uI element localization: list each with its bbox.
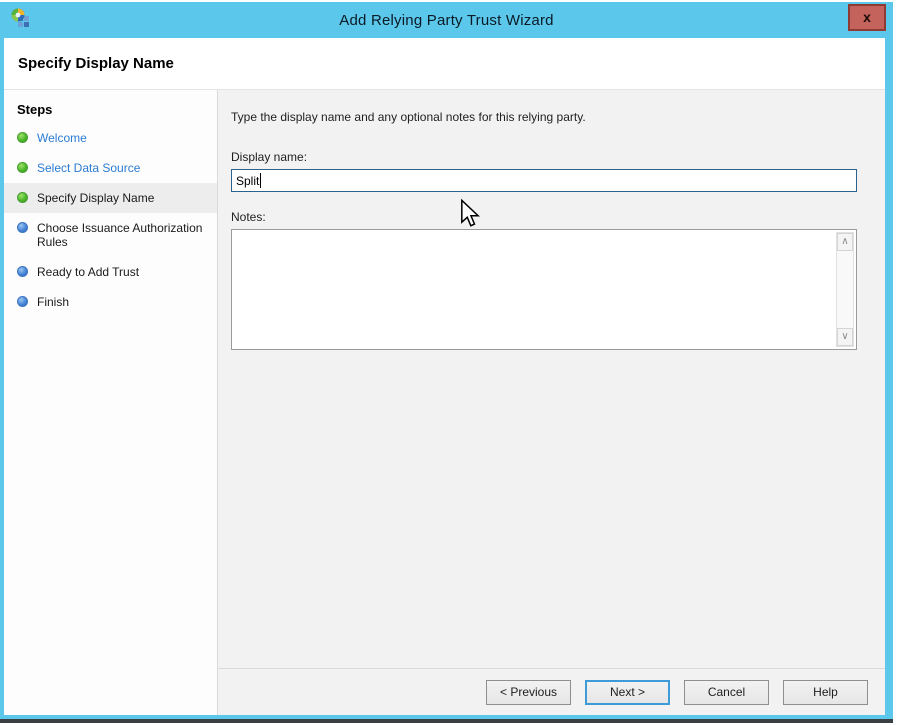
close-button[interactable]: x bbox=[848, 4, 886, 31]
instruction-text: Type the display name and any optional n… bbox=[231, 110, 857, 124]
step-status-icon bbox=[17, 266, 28, 277]
steps-sidebar: Steps Welcome Select Data Source Specify… bbox=[4, 90, 218, 715]
notes-textarea[interactable]: ∧ ∨ bbox=[231, 229, 857, 350]
next-button[interactable]: Next > bbox=[585, 680, 670, 705]
sidebar-item-label: Welcome bbox=[37, 131, 87, 145]
sidebar-item-specify-display-name[interactable]: Specify Display Name bbox=[4, 183, 217, 213]
adfs-app-icon bbox=[9, 7, 33, 31]
display-name-input[interactable] bbox=[231, 169, 857, 192]
sidebar-item-finish[interactable]: Finish bbox=[4, 287, 217, 317]
sidebar-item-select-data-source[interactable]: Select Data Source bbox=[4, 153, 217, 183]
step-status-icon bbox=[17, 222, 28, 233]
scroll-down-icon[interactable]: ∨ bbox=[837, 328, 853, 346]
step-status-icon bbox=[17, 132, 28, 143]
content-pane: Type the display name and any optional n… bbox=[218, 90, 885, 715]
cancel-button[interactable]: Cancel bbox=[684, 680, 769, 705]
wizard-window: Add Relying Party Trust Wizard x Specify… bbox=[0, 2, 893, 723]
sidebar-item-label: Choose Issuance Authorization Rules bbox=[37, 221, 211, 249]
sidebar-item-choose-issuance-authorization-rules[interactable]: Choose Issuance Authorization Rules bbox=[4, 213, 217, 257]
previous-button[interactable]: < Previous bbox=[486, 680, 571, 705]
page-title: Specify Display Name bbox=[18, 55, 174, 72]
page-header: Specify Display Name bbox=[4, 38, 885, 90]
sidebar-item-label: Specify Display Name bbox=[37, 191, 154, 205]
window-bottom-edge bbox=[0, 719, 893, 723]
window-title: Add Relying Party Trust Wizard bbox=[0, 12, 893, 29]
sidebar-item-label: Ready to Add Trust bbox=[37, 265, 139, 279]
sidebar-item-label: Select Data Source bbox=[37, 161, 140, 175]
help-button[interactable]: Help bbox=[783, 680, 868, 705]
display-name-label: Display name: bbox=[231, 150, 857, 164]
notes-scrollbar[interactable]: ∧ ∨ bbox=[836, 232, 854, 347]
steps-heading: Steps bbox=[4, 100, 217, 123]
scroll-up-icon[interactable]: ∧ bbox=[837, 233, 853, 251]
wizard-footer: < Previous Next > Cancel Help bbox=[218, 668, 885, 715]
notes-label: Notes: bbox=[231, 210, 857, 224]
titlebar[interactable]: Add Relying Party Trust Wizard x bbox=[0, 2, 893, 38]
step-status-icon bbox=[17, 296, 28, 307]
sidebar-item-welcome[interactable]: Welcome bbox=[4, 123, 217, 153]
desktop: Add Relying Party Trust Wizard x Specify… bbox=[0, 0, 900, 725]
step-status-icon bbox=[17, 162, 28, 173]
sidebar-item-label: Finish bbox=[37, 295, 69, 309]
wizard-frame: Specify Display Name Steps Welcome Selec… bbox=[4, 38, 885, 715]
sidebar-item-ready-to-add-trust[interactable]: Ready to Add Trust bbox=[4, 257, 217, 287]
text-caret bbox=[260, 173, 261, 188]
step-status-icon bbox=[17, 192, 28, 203]
